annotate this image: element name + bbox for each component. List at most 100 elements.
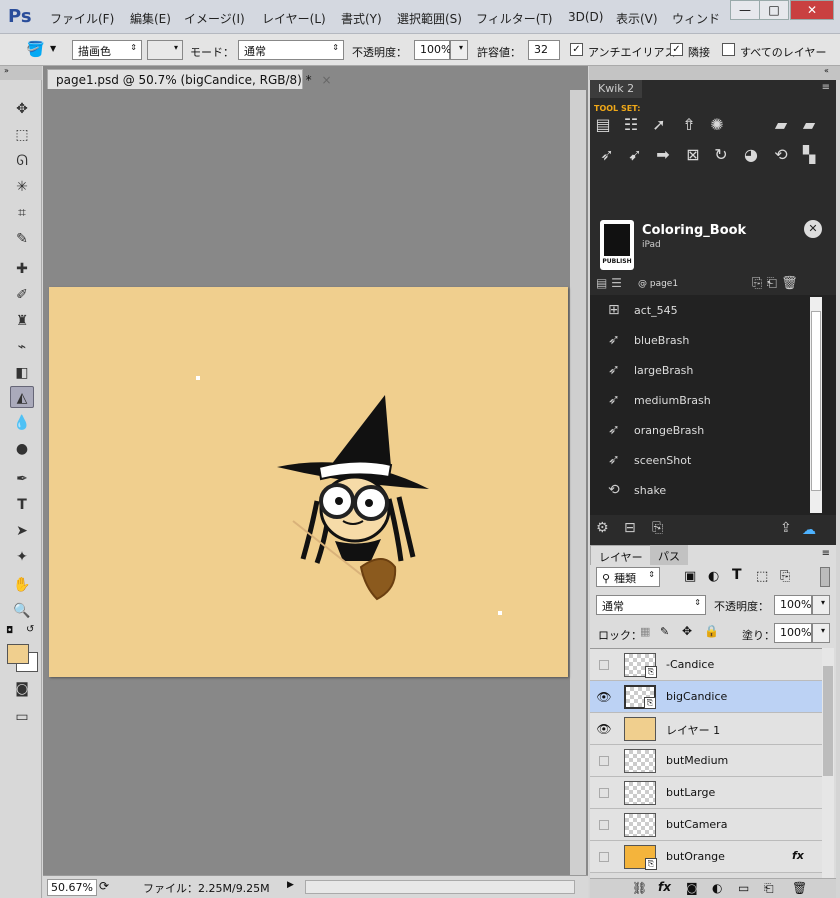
action-item[interactable]: ⟲ shake <box>608 475 666 505</box>
cursor-icon[interactable]: ➚ <box>648 114 670 136</box>
folder-icon[interactable]: ▰ <box>798 114 820 136</box>
fill-source-select[interactable]: 描画色 ⇕ <box>72 40 142 60</box>
action-item[interactable]: ➶ blueBrash <box>608 325 689 355</box>
lasso-tool-icon[interactable]: ᘏ <box>10 150 34 172</box>
panel-menu-icon[interactable]: ≡ <box>822 82 830 93</box>
layer-filter-select[interactable]: ⚲ 種類 ⇕ <box>596 567 660 587</box>
eye-icon[interactable]: 👁 <box>596 689 612 705</box>
type-tool-icon[interactable]: T <box>10 494 34 516</box>
witch-illustration[interactable] <box>273 391 433 601</box>
fill-dropdown[interactable]: ▾ <box>812 623 830 643</box>
tolerance-input[interactable]: 32 <box>528 40 560 60</box>
mode-select[interactable]: 通常 ⇕ <box>238 40 344 60</box>
layer-row[interactable]: butCamera <box>590 809 822 841</box>
toolbox-collapse-icon[interactable]: » <box>0 66 42 80</box>
grid-icon[interactable]: ▚ <box>798 144 820 166</box>
cloud-icon[interactable]: ☁ <box>802 522 816 538</box>
swap-colors-icon[interactable]: ↺ <box>26 624 34 635</box>
status-info-icon[interactable]: ⟳ <box>99 879 109 893</box>
layer-row[interactable]: 👁 レイヤー 1 <box>590 713 822 745</box>
foreground-color-swatch[interactable] <box>7 644 29 664</box>
menu-window[interactable]: ウィンド <box>672 10 720 27</box>
antialias-checkbox[interactable]: ✓ <box>570 43 583 56</box>
path-selection-tool-icon[interactable]: ➤ <box>10 520 34 542</box>
magic-wand-tool-icon[interactable]: ✳ <box>10 176 34 198</box>
menu-view[interactable]: 表示(V) <box>616 10 658 27</box>
filter-smart-object-icon[interactable]: ⎘ <box>780 569 790 584</box>
close-window-button[interactable]: ✕ <box>790 0 834 20</box>
folder-settings-icon[interactable]: ▰ <box>770 114 792 136</box>
layer-opacity-dropdown[interactable]: ▾ <box>812 595 830 615</box>
kwik-tab[interactable]: Kwik 2 <box>590 80 643 98</box>
cursor-click-icon[interactable]: ➶ <box>596 144 618 166</box>
rocket-icon[interactable]: ⇮ <box>678 114 700 136</box>
visibility-toggle[interactable] <box>596 817 612 833</box>
fx-icon[interactable]: fx <box>658 880 671 894</box>
close-tab-icon[interactable]: × <box>322 73 332 87</box>
document-canvas[interactable] <box>49 287 568 677</box>
visibility-toggle[interactable] <box>596 753 612 769</box>
brush-tool-icon[interactable]: ✐ <box>10 284 34 306</box>
panel-collapse-icon[interactable]: « <box>589 66 840 80</box>
layer-row[interactable]: ⎘ butOrange fx <box>590 841 822 873</box>
shape-tool-icon[interactable]: ✦ <box>10 546 34 568</box>
blend-mode-select[interactable]: 通常 ⇕ <box>596 595 706 615</box>
healing-brush-tool-icon[interactable]: ✚ <box>10 258 34 280</box>
action-item[interactable]: ⊞ act_545 <box>608 295 678 325</box>
export-icon[interactable]: ⇪ <box>780 520 792 536</box>
atom-icon[interactable]: ✺ <box>706 114 728 136</box>
scroll-thumb[interactable] <box>823 666 833 776</box>
opacity-input[interactable]: 100% <box>414 40 451 60</box>
adjustment-layer-icon[interactable]: ◐ <box>712 881 722 895</box>
screen-mode-icon[interactable]: ▭ <box>10 706 34 728</box>
visibility-toggle[interactable] <box>596 785 612 801</box>
menu-3d[interactable]: 3D(D) <box>568 10 603 24</box>
menu-layer[interactable]: レイヤー(L) <box>262 10 326 27</box>
history-brush-tool-icon[interactable]: ⌁ <box>10 336 34 358</box>
close-project-icon[interactable]: ✕ <box>804 220 822 238</box>
newspaper-icon[interactable]: ▤ <box>592 114 614 136</box>
marquee-tool-icon[interactable]: ⬚ <box>10 124 34 146</box>
menu-image[interactable]: イメージ(I) <box>184 10 245 27</box>
new-group-icon[interactable]: ▭ <box>738 881 749 895</box>
lock-position-icon[interactable]: ✥ <box>682 624 692 638</box>
opacity-dropdown[interactable]: ▾ <box>450 40 468 60</box>
lock-pixels-icon[interactable]: ✎ <box>660 625 669 638</box>
menu-edit[interactable]: 編集(E) <box>130 10 171 27</box>
fill-input[interactable]: 100% <box>774 623 812 643</box>
action-list-scrollbar[interactable] <box>810 297 822 513</box>
layer-opacity-input[interactable]: 100% <box>774 595 812 615</box>
zoom-level[interactable]: 50.67% <box>47 879 97 896</box>
filter-adjustment-icon[interactable]: ◐ <box>708 569 719 584</box>
refresh-icon[interactable]: ↻ <box>710 144 732 166</box>
menu-type[interactable]: 書式(Y) <box>341 10 382 27</box>
filter-toggle[interactable] <box>820 567 830 587</box>
ipad-icon[interactable]: PUBLISH <box>600 220 634 270</box>
pattern-picker[interactable]: ▾ <box>147 40 183 60</box>
settings-icon[interactable]: ⚙ <box>596 520 609 536</box>
fx-badge[interactable]: fx <box>792 849 804 862</box>
palette-icon[interactable]: ◕ <box>740 144 762 166</box>
panel-menu-icon[interactable]: ≡ <box>822 548 830 559</box>
tool-preset-dropdown-icon[interactable]: ▼ <box>50 44 56 53</box>
dodge-tool-icon[interactable]: ● <box>10 438 34 460</box>
layer-row[interactable]: butLarge <box>590 777 822 809</box>
filter-pixel-icon[interactable]: ▣ <box>684 569 696 584</box>
page-tools-icon[interactable]: ⎘ ⎗ 🗑 <box>752 276 798 291</box>
cursor-move-icon[interactable]: ➹ <box>624 144 646 166</box>
forward-arrow-icon[interactable]: ➡ <box>652 144 674 166</box>
new-layer-icon[interactable]: ⎗ <box>764 881 774 896</box>
tab-paths[interactable]: パス <box>650 545 688 565</box>
layer-row[interactable]: ⎘ -Candice <box>590 649 822 681</box>
eye-icon[interactable]: 👁 <box>596 721 612 737</box>
visibility-toggle[interactable] <box>596 849 612 865</box>
lock-all-icon[interactable]: 🔒 <box>704 624 719 638</box>
tab-layers[interactable]: レイヤー <box>590 545 652 565</box>
menu-file[interactable]: ファイル(F) <box>50 10 114 27</box>
paint-bucket-icon[interactable]: 🪣 <box>26 40 45 58</box>
pen-tool-icon[interactable]: ✒ <box>10 468 34 490</box>
move-tool-icon[interactable]: ✥ <box>10 98 34 120</box>
contiguous-checkbox[interactable]: ✓ <box>670 43 683 56</box>
link-layers-icon[interactable]: ⛓ <box>632 881 647 895</box>
status-menu-icon[interactable]: ▶ <box>287 880 294 890</box>
